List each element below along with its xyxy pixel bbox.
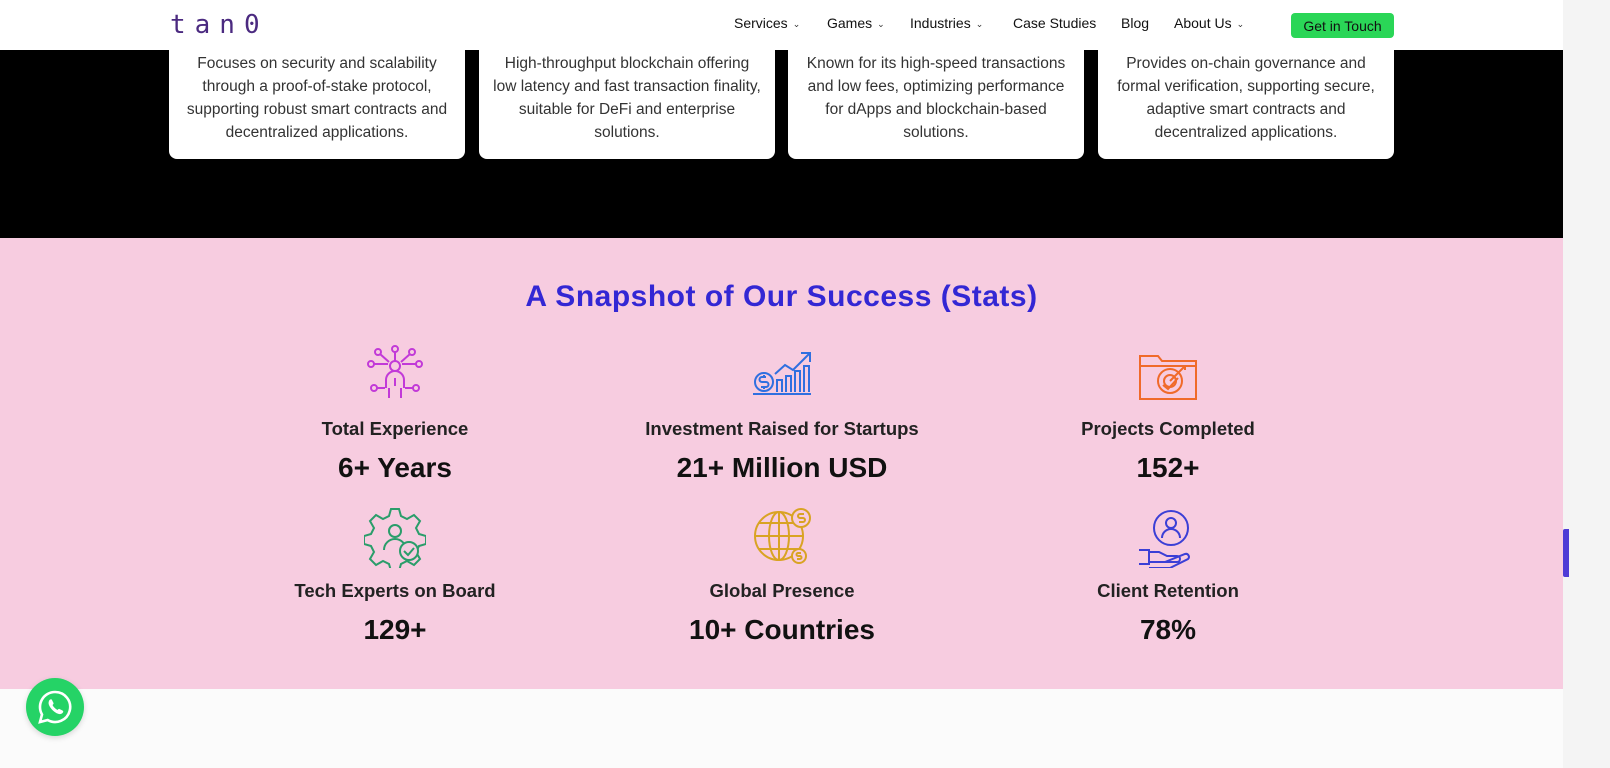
brand-logo[interactable]: tan0: [170, 10, 269, 40]
whatsapp-icon: [38, 690, 72, 724]
stat-value: 10+ Countries: [689, 614, 875, 645]
stat-label: Investment Raised for Startups: [645, 418, 919, 439]
gear-expert-icon: [364, 508, 426, 568]
chevron-down-icon: ⌄: [975, 18, 984, 29]
nav-label: Case Studies: [1013, 15, 1097, 31]
logo-text: tan0: [170, 10, 269, 40]
network-person-icon: [367, 345, 423, 398]
stat-investment-raised: Investment Raised for Startups 21+ Milli…: [582, 344, 982, 484]
stat-label: Projects Completed: [1081, 418, 1255, 439]
card-description: Focuses on security and scalability thro…: [186, 55, 448, 141]
top-navbar: tan0 Services ⌄ Games ⌄ Industries ⌄ Case S…: [0, 0, 1563, 50]
chevron-down-icon: ⌄: [792, 18, 801, 29]
stat-label: Global Presence: [709, 580, 855, 601]
target-folder-icon: [1139, 355, 1197, 400]
whatsapp-button[interactable]: [26, 678, 84, 736]
stat-projects-completed: Projects Completed 152+: [968, 344, 1368, 484]
stats-title: A Snapshot of Our Success (Stats): [525, 280, 1038, 313]
stat-client-retention: Client Retention 78%: [968, 506, 1368, 646]
nav-label: Blog: [1121, 15, 1150, 31]
stat-value: 152+: [1136, 452, 1200, 483]
stat-value: 78%: [1139, 614, 1197, 645]
stat-tech-experts: Tech Experts on Board 129+: [195, 506, 595, 646]
growth-chart-icon: [753, 352, 811, 395]
stat-total-experience: Total Experience 6+ Years: [195, 344, 595, 484]
stats-section: A Snapshot of Our Success (Stats) Total …: [0, 238, 1563, 689]
stat-value: 129+: [363, 614, 427, 645]
globe-dollar-icon: [754, 508, 811, 564]
nav-label: About Us: [1174, 15, 1232, 31]
stat-value: 21+ Million USD: [676, 452, 888, 483]
chevron-down-icon: ⌄: [1236, 18, 1245, 29]
stat-label: Tech Experts on Board: [294, 580, 496, 601]
nav-item-services[interactable]: Services ⌄: [734, 15, 800, 31]
nav-item-case-studies[interactable]: Case Studies: [1013, 15, 1096, 31]
chevron-down-icon: ⌄: [877, 18, 885, 29]
nav-label: Services: [734, 15, 788, 31]
card-description: High-throughput blockchain offering low …: [493, 55, 761, 141]
side-floating-tab[interactable]: [1563, 529, 1569, 577]
get-in-touch-button[interactable]: Get in Touch: [1291, 13, 1394, 38]
card-description: Known for its high-speed transactions an…: [806, 55, 1066, 141]
hand-person-icon: [1139, 510, 1190, 568]
nav-label: Games: [827, 15, 873, 31]
stat-global-presence: Global Presence 10+ Countries: [582, 506, 982, 646]
stat-label: Total Experience: [321, 418, 469, 439]
nav-item-industries[interactable]: Industries ⌄: [910, 15, 983, 31]
page-scrollbar-track[interactable]: [1563, 0, 1610, 768]
nav-label: Industries: [910, 15, 971, 31]
card-description: Provides on-chain governance and formal …: [1117, 55, 1375, 141]
nav-item-about-us[interactable]: About Us ⌄: [1174, 15, 1244, 31]
stat-label: Client Retention: [1097, 580, 1239, 601]
stat-value: 6+ Years: [338, 452, 452, 483]
nav-item-games[interactable]: Games ⌄: [827, 15, 885, 31]
nav-item-blog[interactable]: Blog: [1121, 15, 1149, 31]
